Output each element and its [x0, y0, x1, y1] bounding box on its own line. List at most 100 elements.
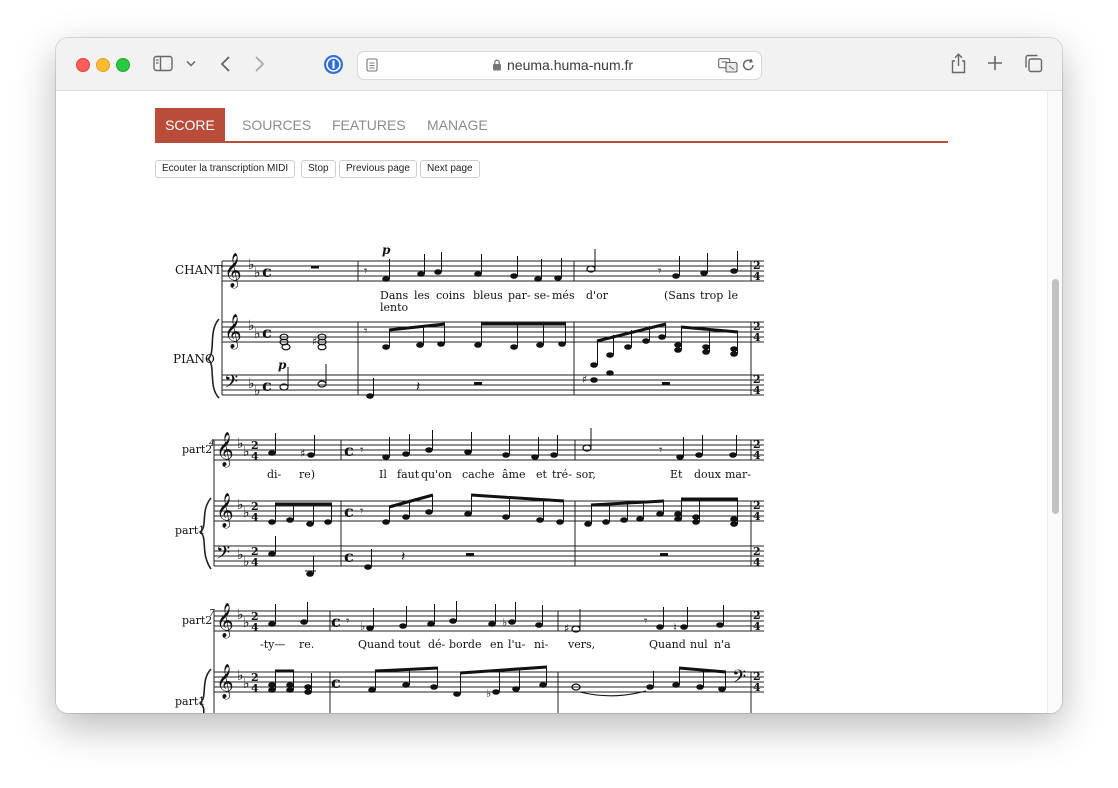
treble-clef: 𝄞 — [216, 493, 234, 529]
lyric: Et — [670, 468, 683, 481]
svg-text:♭: ♭ — [243, 554, 250, 570]
zoom-window-button[interactable] — [116, 58, 130, 72]
svg-text:4: 4 — [753, 449, 761, 462]
quarter-rest: 𝄽 — [416, 379, 420, 395]
svg-text:♭: ♭ — [360, 620, 365, 633]
dynamic-mark: p — [382, 243, 391, 257]
eighth-rest: 𝄾 — [658, 264, 662, 279]
svg-text:𝄾: 𝄾 — [644, 614, 648, 629]
lyric: -ty— — [260, 638, 285, 651]
svg-text:4: 4 — [753, 384, 761, 397]
translate-icon[interactable] — [718, 57, 738, 73]
svg-text:4: 4 — [753, 270, 761, 283]
minimize-window-button[interactable] — [96, 58, 110, 72]
flat-sign: ♭ — [254, 265, 261, 281]
flat-sign: ♭ — [254, 383, 261, 399]
common-time: c — [262, 262, 272, 281]
lyric: dé- — [428, 638, 446, 651]
lyric: més — [552, 289, 575, 302]
lyric: Il — [379, 468, 387, 481]
lyric: âme — [502, 468, 526, 481]
lyric: tré- — [552, 468, 572, 481]
url-text: neuma.huma-num.fr — [507, 57, 634, 73]
svg-text:4: 4 — [251, 621, 259, 634]
lyric: ni- — [534, 638, 549, 651]
tab-overview-icon[interactable] — [1024, 54, 1043, 73]
piano-brace — [198, 497, 212, 570]
scrollbar-thumb[interactable] — [1052, 279, 1059, 514]
svg-text:♯: ♯ — [564, 622, 569, 635]
lyric: trop — [700, 289, 723, 302]
part-label: CHANT — [175, 263, 222, 277]
dynamic-mark: p — [278, 358, 287, 372]
lyric: bleus — [473, 289, 503, 302]
new-tab-icon[interactable] — [987, 55, 1003, 71]
page-icon — [366, 58, 378, 72]
reload-icon[interactable] — [742, 58, 755, 72]
lyric: en — [490, 638, 504, 651]
lyric: Quand — [649, 638, 686, 651]
svg-text:4: 4 — [753, 510, 761, 523]
system-3: 7 part2 part1 𝄞 𝄞 ♭ ♭ ♭ ♭ 24 24 ♭ ♭ c 𝄾 … — [175, 601, 764, 713]
share-icon[interactable] — [950, 53, 967, 74]
lyric: par- — [508, 289, 531, 302]
treble-clef: 𝄞 — [216, 432, 234, 468]
chevron-down-icon[interactable] — [186, 60, 196, 67]
part-label: part2 — [182, 443, 212, 456]
system-1: CHANT PIANO . 𝄞 𝄞 — [173, 243, 764, 399]
lyric: lento — [380, 301, 409, 314]
treble-clef: 𝄞 — [216, 664, 234, 700]
rest — [474, 382, 482, 385]
svg-text:♭: ♭ — [243, 615, 250, 631]
bass-clef: 𝄢 — [224, 372, 238, 397]
page-content: SCORE SOURCES FEATURES MANAGE Ecouter la… — [56, 91, 1062, 713]
forward-icon[interactable] — [254, 55, 266, 73]
svg-text:𝄢: 𝄢 — [732, 667, 746, 692]
common-time: c — [262, 376, 272, 395]
lyric: l'u- — [508, 638, 526, 651]
system-2: 4 part2 part1 𝄞 𝄞 𝄢 ♭ ♭ ♭ ♭ ♭ ♭ 24 24 24… — [175, 428, 764, 577]
rest — [311, 266, 319, 269]
lyric: les — [414, 289, 430, 302]
eighth-rest: 𝄾 — [364, 324, 368, 339]
lyric: n'a — [714, 638, 731, 651]
part-label: part2 — [182, 614, 212, 627]
browser-toolbar: neuma.huma-num.fr — [56, 38, 1062, 91]
svg-text:𝄾: 𝄾 — [659, 443, 663, 458]
sidebar-icon[interactable] — [153, 55, 173, 72]
lyric: coins — [436, 289, 465, 302]
password-manager-icon[interactable] — [323, 54, 344, 75]
svg-text:4: 4 — [753, 331, 761, 344]
svg-text:4: 4 — [251, 450, 259, 463]
back-icon[interactable] — [219, 55, 231, 73]
svg-text:𝄽: 𝄽 — [401, 549, 405, 565]
treble-clef: 𝄞 — [224, 253, 242, 289]
lyric: d'or — [586, 289, 609, 302]
lyric: tout — [398, 638, 421, 651]
address-bar[interactable]: neuma.huma-num.fr — [357, 51, 762, 80]
svg-text:♯: ♯ — [300, 447, 305, 460]
browser-window: neuma.huma-num.fr SCORE SOURCES FEATURES… — [56, 38, 1062, 713]
lyric: re) — [299, 468, 315, 481]
lyric: di- — [267, 468, 282, 481]
page-scrollbar[interactable] — [1047, 91, 1062, 713]
lyric: cache — [462, 468, 494, 481]
svg-text:c: c — [344, 502, 354, 521]
svg-text:c: c — [344, 547, 354, 566]
flat-sign: ♭ — [254, 326, 261, 342]
svg-text:♭: ♭ — [243, 505, 250, 521]
lyric: le — [728, 289, 738, 302]
svg-text:𝄾: 𝄾 — [360, 504, 364, 519]
lyric: vers, — [567, 638, 595, 651]
close-window-button[interactable] — [76, 58, 90, 72]
lyric: re. — [299, 638, 314, 651]
svg-text:4: 4 — [251, 511, 259, 524]
treble-clef: 𝄞 — [224, 314, 242, 350]
lock-icon — [493, 59, 501, 71]
lyric: et — [536, 468, 548, 481]
svg-text:c: c — [344, 441, 354, 460]
svg-text:4: 4 — [753, 556, 761, 569]
svg-text:♭: ♭ — [486, 687, 491, 700]
svg-text:4: 4 — [251, 682, 259, 695]
lyric: faut — [397, 468, 420, 481]
